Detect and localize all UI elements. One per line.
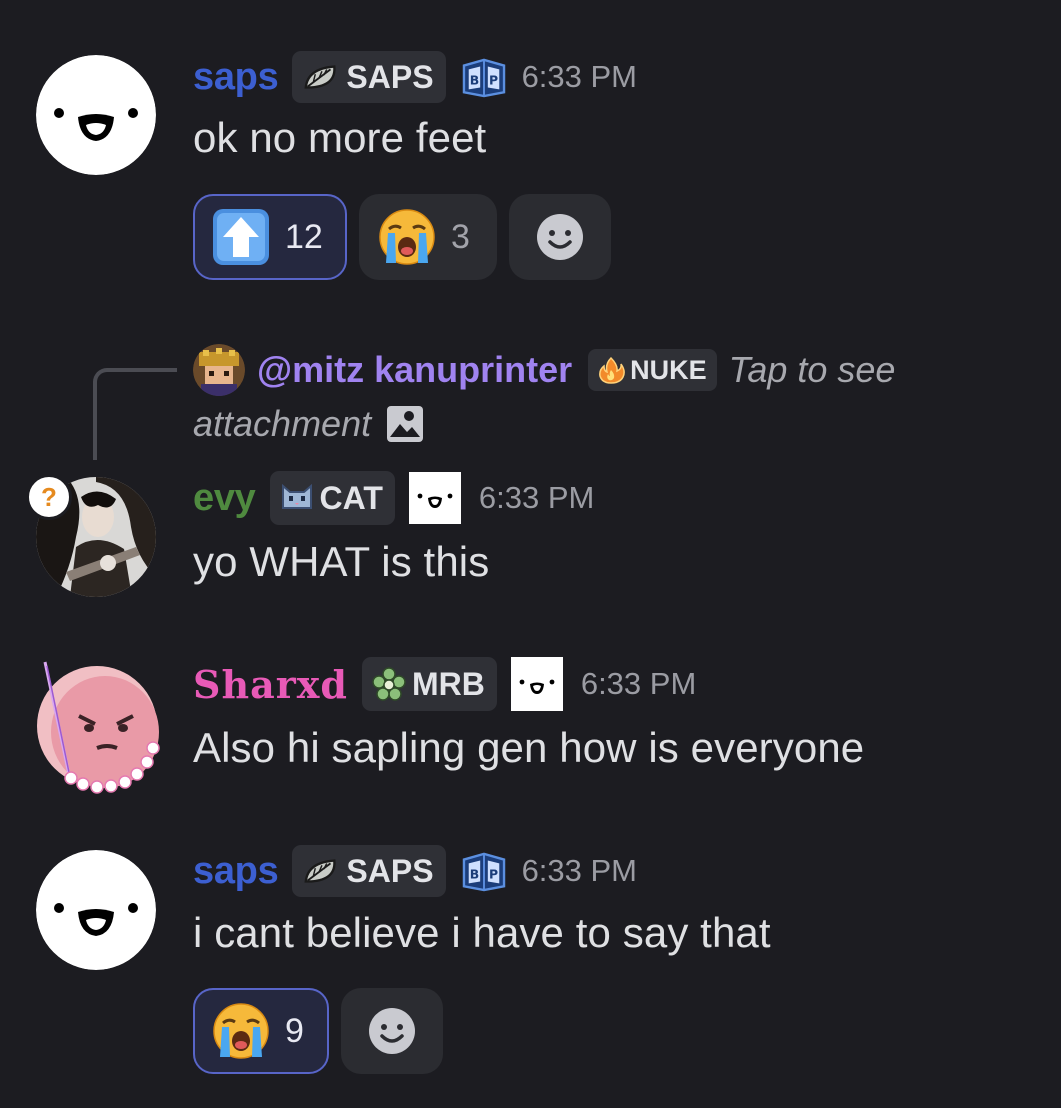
timestamp: 6:33 PM bbox=[521, 59, 638, 94]
server-tag[interactable]: MRB bbox=[361, 657, 497, 711]
message-header: Sharxd MRB 6:33 PM bbox=[193, 656, 696, 712]
reply-preview[interactable]: @mitz kanuprinter NUKE Tap to see bbox=[193, 343, 895, 397]
username[interactable]: saps bbox=[193, 56, 279, 99]
message-header: saps SAPS 6:33 PM bbox=[193, 49, 637, 105]
reaction-count: 3 bbox=[451, 217, 470, 256]
reply-mention[interactable]: @mitz kanuprinter bbox=[257, 349, 572, 391]
message-header: saps SAPS 6:33 PM bbox=[193, 843, 637, 899]
message-text: i cant believe i have to say that bbox=[193, 909, 771, 956]
server-tag[interactable]: SAPS bbox=[292, 51, 446, 103]
add-reaction-button[interactable] bbox=[509, 194, 611, 280]
avatar[interactable] bbox=[36, 661, 160, 794]
reactions: 12 3 bbox=[193, 194, 611, 280]
reaction-loudly-crying[interactable]: 9 bbox=[193, 988, 329, 1074]
reply-text-continued: attachment bbox=[193, 403, 372, 444]
bp-book-icon[interactable] bbox=[460, 56, 508, 98]
reaction-loudly-crying[interactable]: 3 bbox=[359, 194, 497, 280]
smiley-badge-icon[interactable] bbox=[510, 657, 563, 711]
fire-icon bbox=[599, 356, 626, 384]
username[interactable]: saps bbox=[193, 850, 279, 893]
flower-icon bbox=[372, 667, 406, 701]
status-text: ? bbox=[41, 481, 57, 512]
reaction-up-arrow[interactable]: 12 bbox=[193, 194, 347, 280]
message-text: ok no more feet bbox=[193, 114, 487, 161]
reactions: 9 bbox=[193, 988, 443, 1074]
mini-smiley-icon bbox=[415, 483, 455, 513]
loudly-crying-emoji bbox=[377, 207, 437, 267]
leaf-icon bbox=[302, 856, 340, 886]
mitz-avatar[interactable] bbox=[193, 344, 245, 396]
add-reaction-button[interactable] bbox=[341, 988, 443, 1074]
reply-preview-continued[interactable]: attachment bbox=[193, 397, 425, 451]
server-tag-label: SAPS bbox=[346, 852, 434, 889]
reaction-count: 9 bbox=[285, 1011, 304, 1050]
reply-server-tag-label: NUKE bbox=[630, 354, 707, 385]
reply-server-tag[interactable]: NUKE bbox=[588, 349, 717, 391]
leaf-icon bbox=[302, 62, 340, 92]
timestamp: 6:33 PM bbox=[478, 480, 595, 515]
server-tag-label: CAT bbox=[319, 479, 383, 516]
username[interactable]: evy bbox=[193, 477, 256, 520]
avatar[interactable] bbox=[36, 850, 156, 970]
image-icon bbox=[387, 406, 424, 442]
server-tag[interactable]: CAT bbox=[269, 471, 395, 525]
loudly-crying-emoji bbox=[211, 1001, 271, 1061]
reply-connector bbox=[93, 368, 177, 460]
username[interactable]: Sharxd bbox=[193, 662, 348, 707]
reply-text: Tap to see bbox=[728, 349, 896, 390]
smiley-face-icon bbox=[36, 850, 156, 970]
timestamp: 6:33 PM bbox=[580, 666, 697, 701]
server-tag-label: SAPS bbox=[346, 58, 434, 95]
message-text: yo WHAT is this bbox=[193, 538, 490, 585]
question-icon[interactable]: ? bbox=[26, 474, 72, 520]
avatar[interactable] bbox=[36, 55, 156, 175]
timestamp: 6:33 PM bbox=[521, 853, 638, 888]
smiley-badge-icon[interactable] bbox=[408, 472, 461, 524]
sharxd-avatar-image bbox=[37, 661, 160, 794]
server-tag[interactable]: SAPS bbox=[292, 845, 446, 897]
bp-book-icon[interactable] bbox=[460, 850, 508, 892]
reaction-count: 12 bbox=[285, 217, 323, 256]
server-tag-label: MRB bbox=[411, 665, 485, 702]
message-header: evy CAT 6:33 PM bbox=[193, 470, 594, 526]
add-reaction-icon bbox=[367, 1006, 417, 1056]
up-arrow-emoji bbox=[211, 207, 271, 267]
message-text: Also hi sapling gen how is everyone bbox=[193, 724, 865, 771]
smiley-face-icon bbox=[36, 55, 156, 175]
cat-icon bbox=[281, 483, 312, 509]
add-reaction-icon bbox=[535, 212, 585, 262]
mini-smiley-icon bbox=[517, 669, 557, 699]
